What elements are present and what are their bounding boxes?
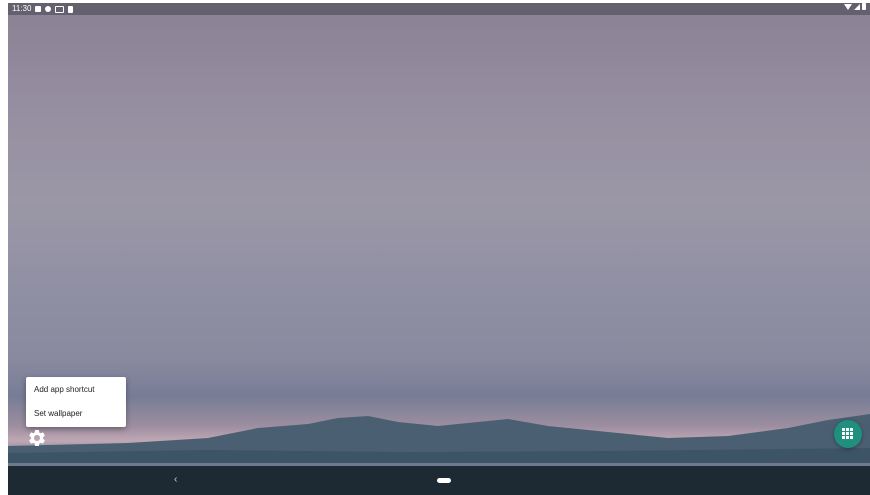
gear-icon[interactable]: [27, 428, 47, 448]
apps-grid-icon[interactable]: [834, 420, 862, 448]
status-bar: 11:30: [8, 3, 870, 15]
menu-item-set-wallpaper[interactable]: Set wallpaper: [34, 409, 82, 419]
wallpaper-mountains: [8, 414, 870, 463]
navigation-bar: ‹: [8, 466, 870, 495]
status-right: [844, 3, 866, 10]
context-menu: Add app shortcut Set wallpaper: [26, 377, 126, 427]
back-icon[interactable]: ‹: [174, 474, 177, 486]
gear-icon-svg: [29, 430, 45, 446]
sd-card-icon: [68, 5, 74, 13]
android-home-screen: 11:30 Add app shortcut Set wallpaper ‹: [8, 3, 870, 495]
wifi-icon: [844, 3, 852, 10]
apps-grid-dots: [842, 428, 854, 440]
settings-icon: [45, 6, 52, 12]
menu-item-add-app-shortcut[interactable]: Add app shortcut: [34, 385, 94, 395]
notification-icon: [35, 6, 42, 12]
cast-icon: [55, 5, 65, 13]
battery-icon: [862, 3, 866, 10]
status-time: 11:30: [12, 4, 32, 13]
status-left: 11:30: [12, 3, 74, 15]
home-pill-icon[interactable]: [437, 478, 451, 483]
signal-icon: [854, 3, 860, 10]
